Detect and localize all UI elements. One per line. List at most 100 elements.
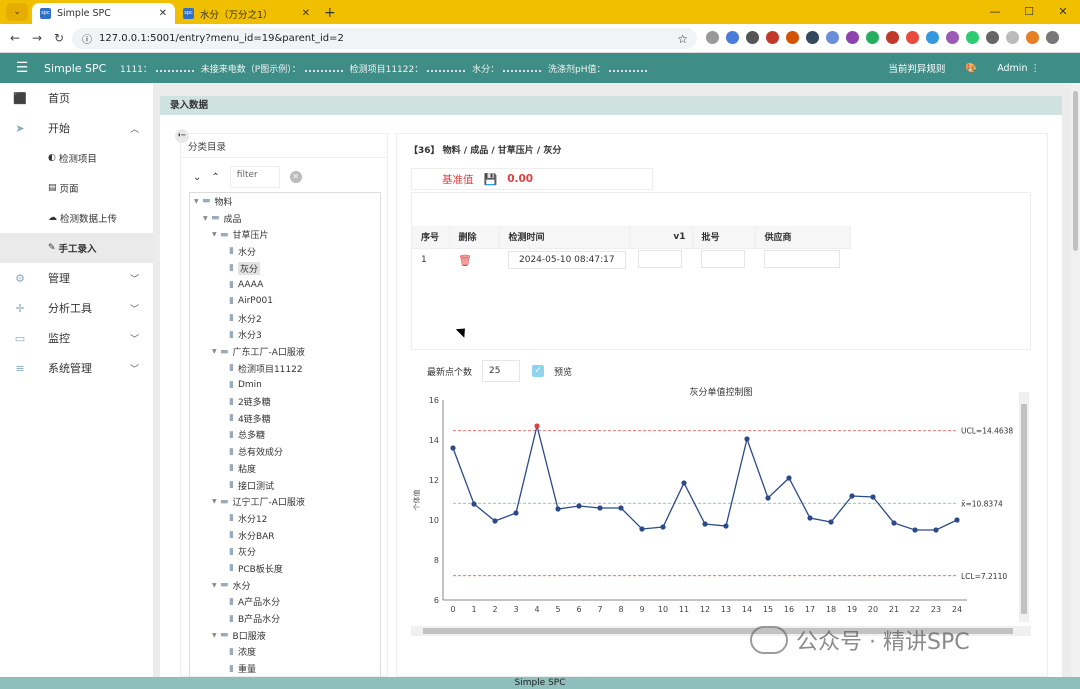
tree-leaf-node[interactable]: ▮ 水分 — [190, 243, 380, 260]
tree-toggle-icon[interactable]: ▼ — [212, 231, 220, 238]
points-input[interactable]: 25 — [482, 360, 521, 382]
extension-icon[interactable] — [906, 31, 919, 44]
extension-icon[interactable] — [786, 31, 799, 44]
tree-leaf-node[interactable]: ▮ 4链多糖 — [190, 410, 380, 427]
sidebar-item-manage[interactable]: ⚙ 管理 ﹀ — [0, 263, 153, 293]
expand-all-icon[interactable]: ⌃ — [211, 172, 219, 183]
hamburger-menu-icon[interactable]: ☰ — [0, 60, 44, 76]
sidebar-item-monitor[interactable]: ▭ 监控 ﹀ — [0, 323, 153, 353]
tree-leaf-node[interactable]: ▮ B产品水分 — [190, 610, 380, 627]
batch-input[interactable] — [701, 249, 745, 268]
filter-input[interactable]: filter — [229, 166, 280, 188]
sidebar-item-home[interactable]: ⬛ 首页 — [0, 83, 153, 113]
tree-folder-node[interactable]: ▼ ▬ 物料 — [190, 193, 380, 210]
sidebar-subitem-pages[interactable]: ▤ 页面 — [0, 173, 153, 203]
back-arrow-icon[interactable]: ← — [4, 31, 26, 45]
site-info-icon[interactable]: ⓘ — [82, 31, 92, 46]
tree-leaf-node[interactable]: ▮ 粘度 — [190, 460, 380, 477]
tree-folder-node[interactable]: ▼ ▬ B口服液 — [190, 627, 380, 644]
extension-icon[interactable] — [886, 31, 899, 44]
tree-leaf-node[interactable]: ▮ 浓度 — [190, 644, 380, 661]
x-tick-label: 10 — [658, 605, 668, 614]
tree-leaf-node[interactable]: ▮ Dmin — [190, 377, 380, 394]
extension-icon[interactable] — [726, 31, 739, 44]
delete-row-button[interactable]: 🗑 — [449, 248, 499, 272]
save-icon[interactable]: 💾 — [484, 173, 498, 186]
sidebar-subitem-items[interactable]: ◐ 检测项目 — [0, 143, 153, 173]
v1-input[interactable] — [638, 249, 682, 268]
extension-icon[interactable] — [746, 31, 759, 44]
extension-icon[interactable] — [966, 31, 979, 44]
sidebar-item-start[interactable]: ➤ 开始 ︿ — [0, 113, 153, 143]
tree-leaf-node[interactable]: ▮ A产品水分 — [190, 594, 380, 611]
tree-leaf-node[interactable]: ▮ 重量 — [190, 660, 380, 677]
reload-icon[interactable]: ↻ — [48, 31, 70, 45]
tree-leaf-node[interactable]: ▮ 总多糖 — [190, 427, 380, 444]
puzzle-icon[interactable] — [986, 31, 999, 44]
preview-checkbox[interactable]: ✓ — [532, 365, 545, 377]
extension-icon[interactable] — [766, 31, 779, 44]
sidebar-item-system[interactable]: ≡ 系统管理 ﹀ — [0, 353, 153, 383]
palette-icon[interactable]: 🎨 — [965, 63, 977, 74]
tree-leaf-node[interactable]: ▮ 灰分 — [190, 543, 380, 560]
extension-icon[interactable] — [926, 31, 939, 44]
tree-folder-node[interactable]: ▼ ▬ 水分 — [190, 577, 380, 594]
browser-tab[interactable]: spc 水分（万分之1） ✕ — [175, 3, 318, 24]
tree-leaf-node[interactable]: ▮ 水分3 — [190, 327, 380, 344]
bookmark-star-icon[interactable]: ☆ — [677, 32, 688, 46]
time-input[interactable]: 2024-05-10 08:47:17 — [508, 251, 626, 270]
extension-icon[interactable] — [806, 31, 819, 44]
tree-folder-node[interactable]: ▼ ▬ 甘草压片 — [190, 226, 380, 243]
scroll-thumb[interactable] — [1073, 91, 1078, 251]
trash-icon[interactable]: 🗑 — [458, 254, 472, 267]
profile-avatar[interactable] — [1026, 31, 1039, 44]
tree-leaf-node[interactable]: ▮ AirP001 — [190, 293, 380, 310]
tree-leaf-node[interactable]: ▮ 水分12 — [190, 510, 380, 527]
extension-icon[interactable] — [706, 31, 719, 44]
collapse-all-icon[interactable]: ⌄ — [193, 172, 201, 183]
tab-search-button[interactable]: ⌄ — [6, 3, 28, 21]
kebab-menu-icon[interactable] — [1046, 31, 1059, 44]
tree-leaf-node[interactable]: ▮ 检测项目11122 — [190, 360, 380, 377]
tree-leaf-node[interactable]: ▮ 水分2 — [190, 310, 380, 327]
tree-leaf-node[interactable]: ▮ 2链多糖 — [190, 393, 380, 410]
clear-filter-icon[interactable]: ✕ — [289, 171, 302, 183]
tree-toggle-icon[interactable]: ▼ — [203, 215, 211, 222]
tree-leaf-node[interactable]: ▮ 水分BAR — [190, 527, 380, 544]
supplier-input[interactable] — [764, 249, 840, 268]
rule-link[interactable]: 当前判异规则 — [888, 61, 945, 75]
browser-tab-active[interactable]: spc Simple SPC ✕ — [32, 3, 175, 24]
scroll-thumb[interactable] — [1021, 404, 1027, 614]
minimize-button[interactable]: — — [978, 0, 1012, 24]
extension-icon[interactable] — [866, 31, 879, 44]
tree-leaf-node[interactable]: ▮ 接口测试 — [190, 477, 380, 494]
url-bar[interactable]: ⓘ 127.0.0.1:5001/entry?menu_id=19&parent… — [72, 28, 697, 49]
user-menu[interactable]: Admin ⋮ — [997, 63, 1040, 74]
chart-vertical-scrollbar[interactable] — [1019, 392, 1029, 622]
sidebar-item-analysis[interactable]: ✛ 分析工具 ﹀ — [0, 293, 153, 323]
sidebar-subitem-upload[interactable]: ☁ 检测数据上传 — [0, 203, 153, 233]
tree-folder-node[interactable]: ▼ ▬ 成品 — [190, 210, 380, 227]
tree-leaf-node[interactable]: ▮ 总有效成分 — [190, 443, 380, 460]
tree-toggle-icon[interactable]: ▼ — [212, 632, 220, 639]
forward-arrow-icon[interactable]: → — [26, 31, 48, 45]
extension-icon[interactable] — [826, 31, 839, 44]
tree-toggle-icon[interactable]: ▼ — [212, 582, 220, 589]
tree-toggle-icon[interactable]: ▼ — [212, 498, 220, 505]
tree-toggle-icon[interactable]: ▼ — [212, 348, 220, 355]
close-window-button[interactable]: ✕ — [1046, 0, 1080, 24]
extension-icon[interactable] — [946, 31, 959, 44]
close-tab-icon[interactable]: ✕ — [159, 8, 167, 19]
tree-leaf-node[interactable]: ▮ 灰分 — [190, 260, 380, 277]
page-scrollbar[interactable] — [1071, 83, 1080, 677]
tree-folder-node[interactable]: ▼ ▬ 辽宁工厂-A口服液 — [190, 493, 380, 510]
sidebar-subitem-manual-entry[interactable]: ✎ 手工录入 — [0, 233, 153, 263]
close-tab-icon[interactable]: ✕ — [302, 8, 310, 19]
tree-leaf-node[interactable]: ▮ PCB板长度 — [190, 560, 380, 577]
new-tab-button[interactable]: + — [324, 5, 336, 21]
tree-leaf-node[interactable]: ▮ AAAA — [190, 276, 380, 293]
tree-folder-node[interactable]: ▼ ▬ 广东工厂-A口服液 — [190, 343, 380, 360]
extension-icon[interactable] — [846, 31, 859, 44]
maximize-button[interactable]: ☐ — [1012, 0, 1046, 24]
tree-toggle-icon[interactable]: ▼ — [194, 198, 202, 205]
